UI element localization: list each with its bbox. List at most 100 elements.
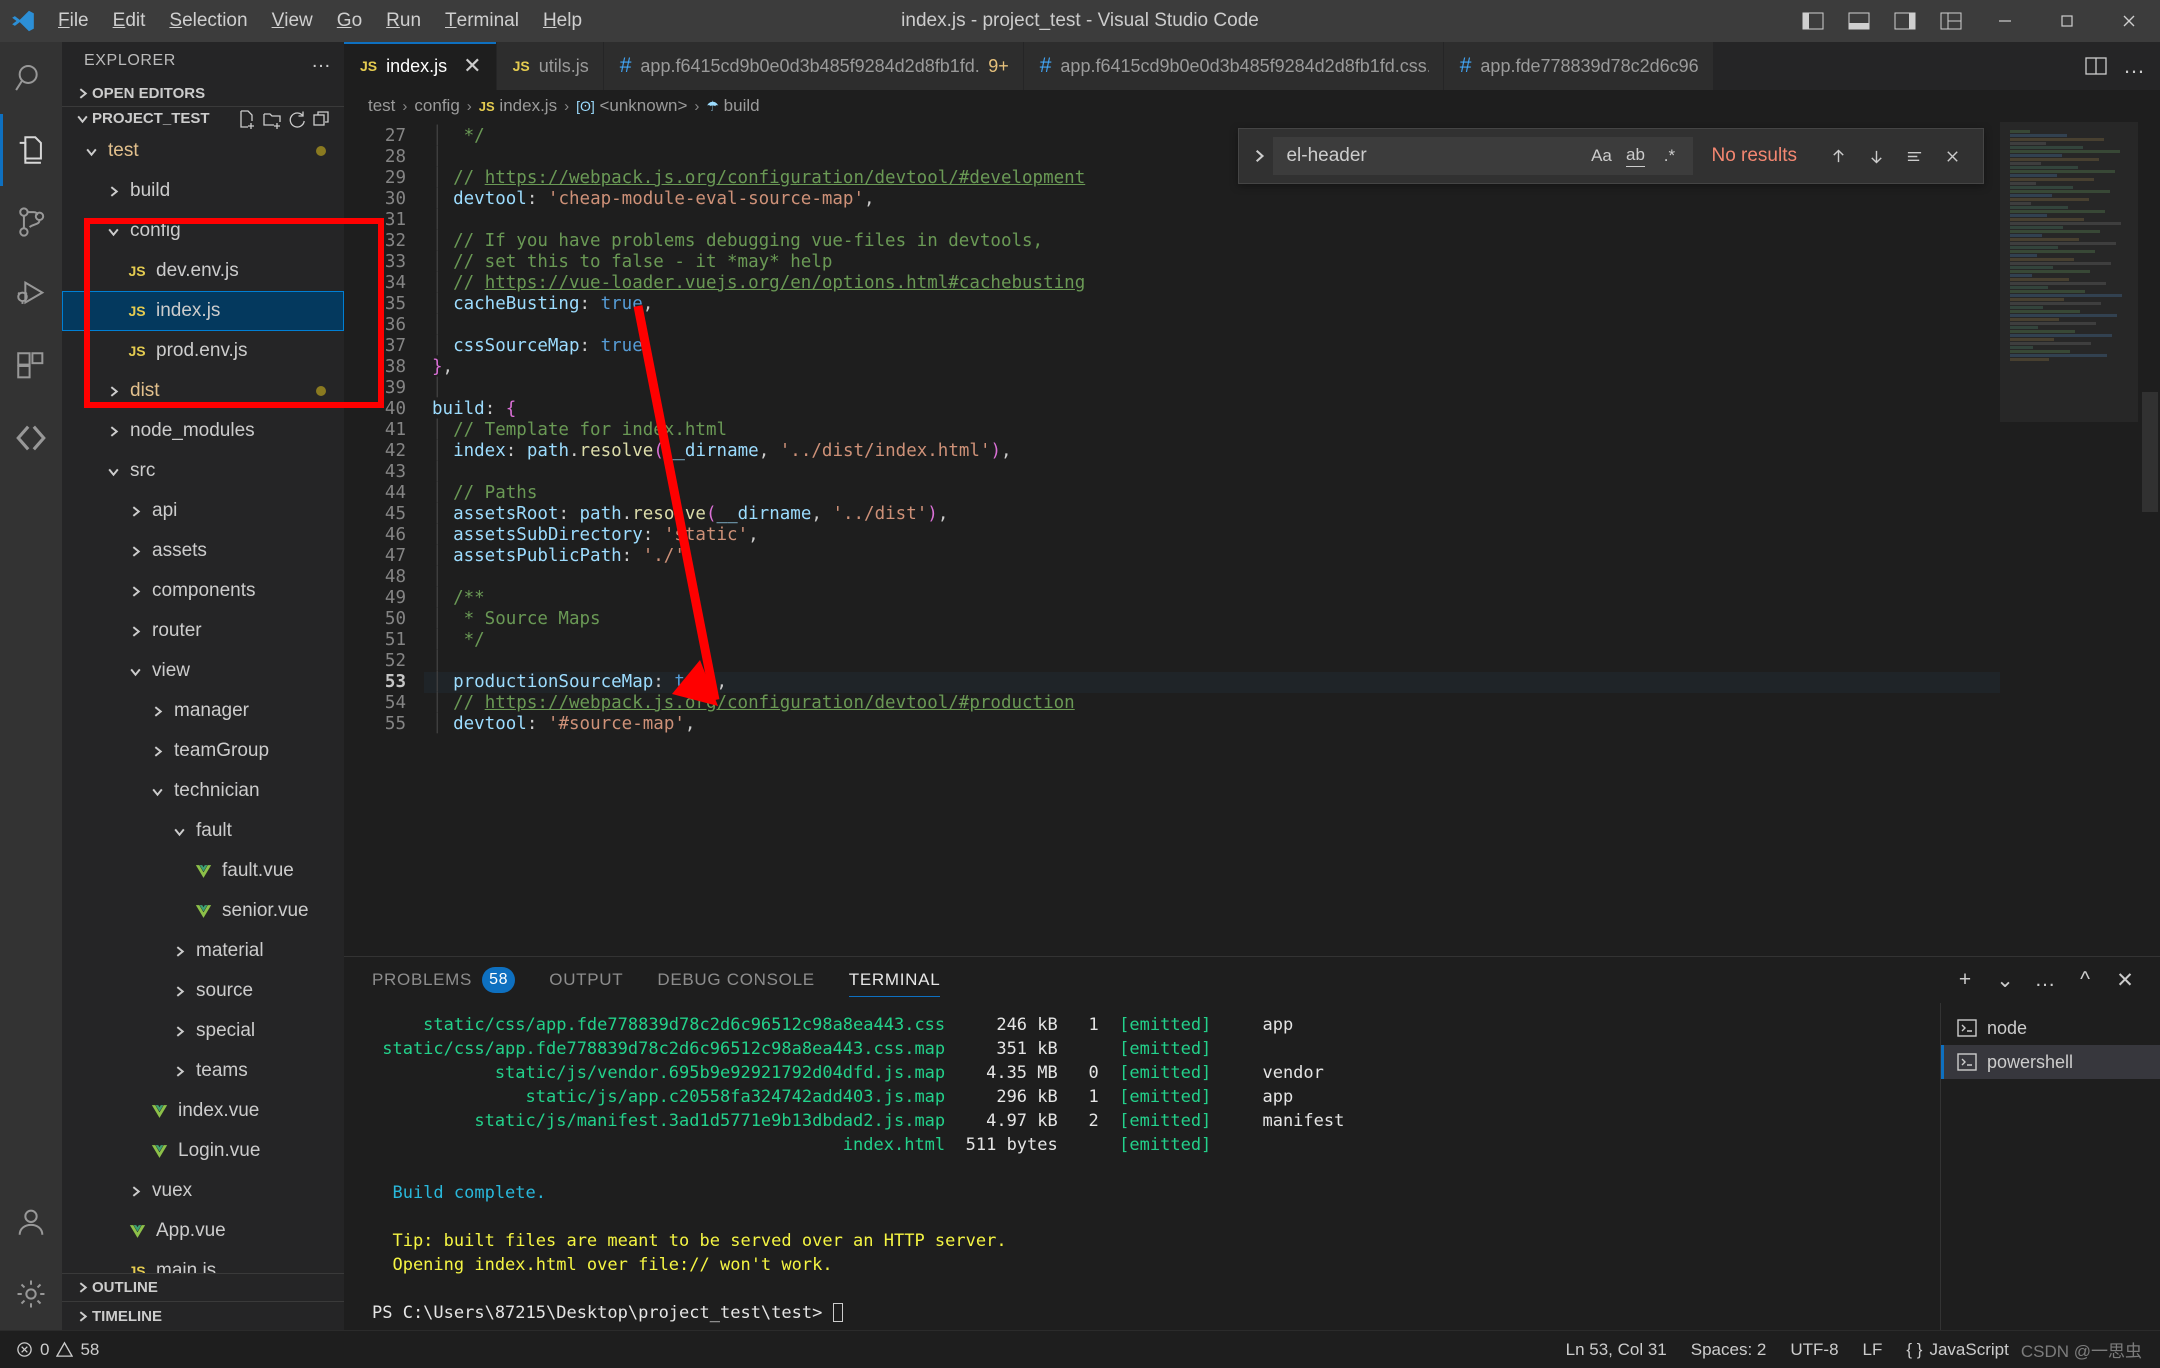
source-control-icon[interactable] <box>0 186 62 258</box>
tree-item-special[interactable]: special <box>62 1011 344 1051</box>
menu-view[interactable]: View <box>260 0 325 42</box>
new-file-icon[interactable] <box>237 109 257 129</box>
refresh-icon[interactable] <box>287 109 307 129</box>
code-line[interactable]: │ // https://vue-loader.vuejs.org/en/opt… <box>424 273 2160 294</box>
editor-tab-0[interactable]: JS index.js ✕ <box>344 42 497 90</box>
breadcrumb-item-1[interactable]: config <box>414 96 459 116</box>
code-line[interactable]: │ <box>424 315 2160 336</box>
status-encoding[interactable]: UTF-8 <box>1778 1331 1850 1368</box>
code-line[interactable]: │ productionSourceMap: true, <box>424 672 2160 693</box>
tree-item-node-modules[interactable]: node_modules <box>62 411 344 451</box>
sidebar-more-icon[interactable]: … <box>311 50 332 73</box>
new-folder-icon[interactable] <box>262 109 282 129</box>
tree-item-fault-vue[interactable]: fault.vue <box>62 851 344 891</box>
find-in-selection-icon[interactable] <box>1897 140 1931 172</box>
run-debug-icon[interactable] <box>0 258 62 330</box>
timeline-section[interactable]: TIMELINE <box>62 1301 344 1330</box>
tree-item-fault[interactable]: fault <box>62 811 344 851</box>
outline-section[interactable]: OUTLINE <box>62 1272 344 1302</box>
account-icon[interactable] <box>0 1186 62 1258</box>
panel-more-icon[interactable]: … <box>2030 965 2060 995</box>
tree-item-test[interactable]: test <box>62 131 344 171</box>
window-close-button[interactable] <box>2098 0 2160 42</box>
status-eol[interactable]: LF <box>1851 1331 1895 1368</box>
code-line[interactable]: │ assetsSubDirectory: 'static', <box>424 525 2160 546</box>
find-input[interactable] <box>1286 145 1585 167</box>
find-input-wrapper[interactable]: Aa ab .* <box>1273 137 1694 175</box>
terminal-prompt[interactable]: PS C:\Users\87215\Desktop\project_test\t… <box>372 1301 1940 1325</box>
tree-item-main-js[interactable]: JS main.js <box>62 1251 344 1272</box>
terminal-output[interactable]: static/css/app.fde778839d78c2d6c96512c98… <box>344 1003 1940 1330</box>
tree-item-index-js[interactable]: JS index.js <box>62 291 344 332</box>
settings-gear-icon[interactable] <box>0 1258 62 1330</box>
tree-item-view[interactable]: view <box>62 651 344 691</box>
project-section[interactable]: PROJECT_TEST <box>62 105 344 131</box>
toggle-panel-icon[interactable] <box>1836 0 1882 42</box>
code-line[interactable]: │ index: path.resolve(__dirname, '../dis… <box>424 441 2160 462</box>
status-language-mode[interactable]: { } JavaScript <box>1894 1331 2020 1368</box>
tree-item-dist[interactable]: dist <box>62 371 344 411</box>
menu-edit[interactable]: Edit <box>101 0 158 42</box>
code-line[interactable]: │ /** <box>424 588 2160 609</box>
editor-tab-1[interactable]: JS utils.js <box>496 42 604 90</box>
tree-item-login-vue[interactable]: Login.vue <box>62 1131 344 1171</box>
code-line[interactable]: │ cssSourceMap: true <box>424 336 2160 357</box>
tree-item-teams[interactable]: teams <box>62 1051 344 1091</box>
code-line[interactable]: │ <box>424 210 2160 231</box>
tree-item-router[interactable]: router <box>62 611 344 651</box>
tab-close-icon[interactable]: ✕ <box>463 55 481 77</box>
scrollbar-thumb[interactable] <box>2142 392 2158 512</box>
tree-item-vuex[interactable]: vuex <box>62 1171 344 1211</box>
code-content[interactable]: │ */│ │ // https://webpack.js.org/configu… <box>424 122 2160 956</box>
code-line[interactable]: │ assetsPublicPath: './', <box>424 546 2160 567</box>
find-previous-icon[interactable] <box>1821 140 1855 172</box>
menu-run[interactable]: Run <box>374 0 433 42</box>
split-editor-icon[interactable] <box>2085 56 2107 76</box>
terminal-list[interactable]: node powershell <box>1940 1003 2160 1330</box>
find-next-icon[interactable] <box>1859 140 1893 172</box>
terminal-item-node[interactable]: node <box>1941 1011 2160 1045</box>
status-cursor-position[interactable]: Ln 53, Col 31 <box>1554 1331 1679 1368</box>
code-line[interactable]: │ <box>424 378 2160 399</box>
code-line[interactable]: │ <box>424 567 2160 588</box>
tree-item-source[interactable]: source <box>62 971 344 1011</box>
code-line[interactable]: │ // set this to false - it *may* help <box>424 252 2160 273</box>
panel-tab-bar[interactable]: PROBLEMS 58 OUTPUT DEBUG CONSOLE TERMINAL + … <box>344 957 2160 1003</box>
code-line[interactable]: build: { <box>424 399 2160 420</box>
tree-item-teamgroup[interactable]: teamGroup <box>62 731 344 771</box>
regex-icon[interactable]: .* <box>1652 140 1686 172</box>
menu-help[interactable]: Help <box>531 0 594 42</box>
search-icon[interactable] <box>0 42 62 114</box>
status-indentation[interactable]: Spaces: 2 <box>1679 1331 1779 1368</box>
collapse-all-icon[interactable] <box>312 109 332 129</box>
breadcrumb[interactable]: test › config › JS index.js › [ʘ] <unknown> › ☂ … <box>344 90 2160 122</box>
panel-tab-problems[interactable]: PROBLEMS 58 <box>372 957 516 1003</box>
tree-item-manager[interactable]: manager <box>62 691 344 731</box>
panel-close-icon[interactable]: ✕ <box>2110 965 2140 995</box>
code-line[interactable]: │ <box>424 462 2160 483</box>
toggle-secondary-sidebar-icon[interactable] <box>1882 0 1928 42</box>
explorer-icon[interactable] <box>0 114 62 186</box>
code-line[interactable]: │ cacheBusting: true, <box>424 294 2160 315</box>
code-line[interactable]: │ // If you have problems debugging vue-… <box>424 231 2160 252</box>
toggle-primary-sidebar-icon[interactable] <box>1790 0 1836 42</box>
extensions-icon[interactable] <box>0 330 62 402</box>
editor-tab-bar[interactable]: JS index.js ✕ JS utils.js # app.f6415cd9b0e0d3… <box>344 42 2160 90</box>
minimap[interactable] <box>2000 122 2138 956</box>
editor-tab-3[interactable]: # app.f6415cd9b0e0d3b485f9284d2d8fb1fd.cs… <box>1023 42 1444 90</box>
tree-item-config[interactable]: config <box>62 211 344 251</box>
tree-item-dev-env-js[interactable]: JS dev.env.js <box>62 251 344 291</box>
open-editors-section[interactable]: OPEN EDITORS <box>62 81 344 106</box>
terminal-dropdown-icon[interactable]: ⌄ <box>1990 965 2020 995</box>
code-line[interactable]: │ devtool: 'cheap-module-eval-source-map… <box>424 189 2160 210</box>
breadcrumb-item-3[interactable]: [ʘ] <unknown> <box>576 96 687 116</box>
tree-item-src[interactable]: src <box>62 451 344 491</box>
code-line[interactable]: │ <box>424 651 2160 672</box>
panel-maximize-icon[interactable]: ^ <box>2070 965 2100 995</box>
new-terminal-icon[interactable]: + <box>1950 965 1980 995</box>
whole-word-icon[interactable]: ab <box>1618 140 1652 172</box>
tree-item-prod-env-js[interactable]: JS prod.env.js <box>62 331 344 371</box>
tree-item-components[interactable]: components <box>62 571 344 611</box>
code-line[interactable]: │ // https://webpack.js.org/configuratio… <box>424 693 2160 714</box>
window-maximize-button[interactable] <box>2036 0 2098 42</box>
